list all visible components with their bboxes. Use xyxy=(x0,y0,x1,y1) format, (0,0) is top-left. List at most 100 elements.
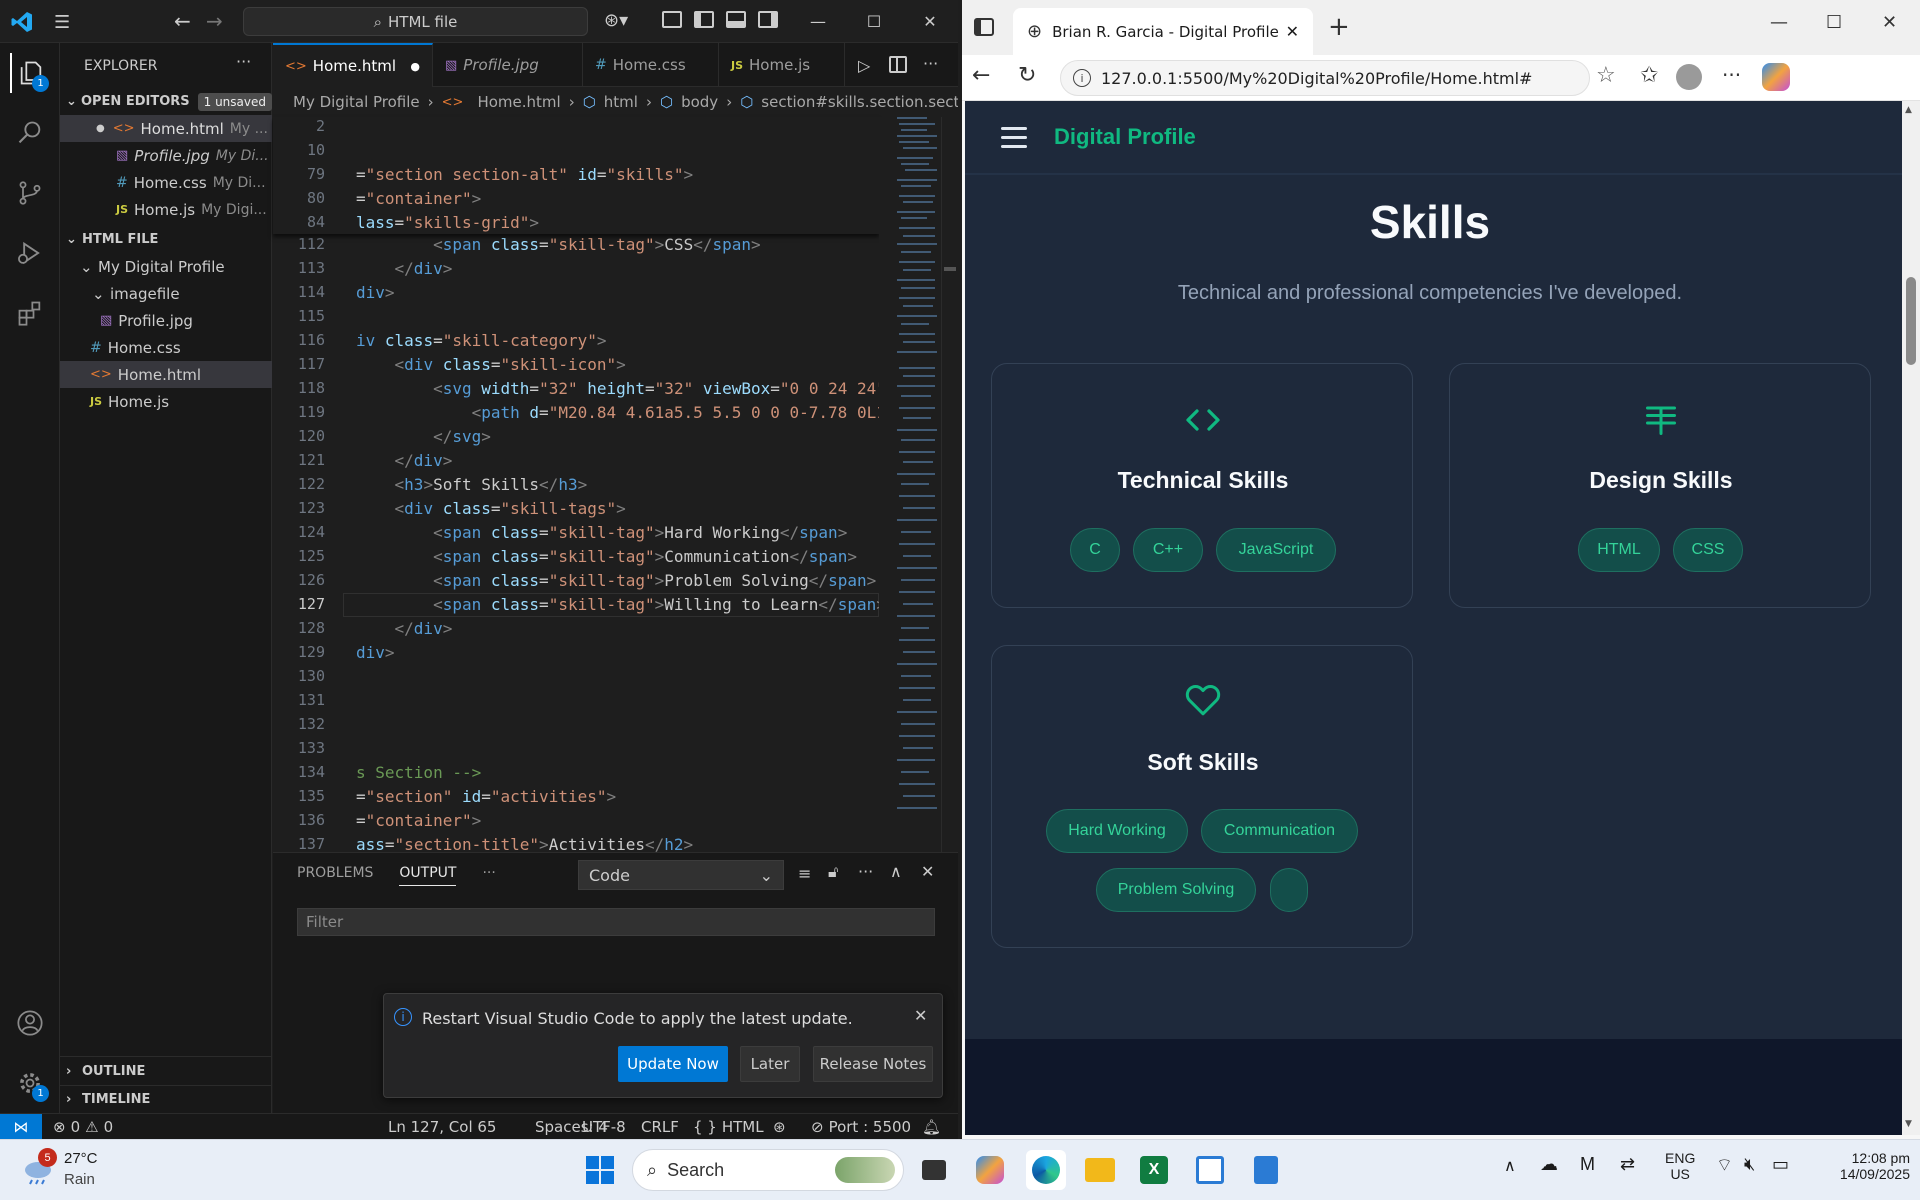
taskbar-search[interactable]: ⌕ Search xyxy=(632,1149,904,1191)
page-scrollbar[interactable]: ▲ ▼ xyxy=(1902,101,1920,1135)
toggle-primary-sidebar-icon[interactable] xyxy=(662,11,682,28)
tab-home-html[interactable]: <> Home.html ● xyxy=(273,43,433,87)
scroll-thumb[interactable] xyxy=(1906,277,1916,365)
update-now-button[interactable]: Update Now xyxy=(618,1046,728,1082)
toggle-auxiliary-bar-icon[interactable] xyxy=(758,11,778,28)
lock-icon[interactable]: 🔓︎ xyxy=(828,862,838,882)
maximize-panel-icon[interactable]: ∧ xyxy=(890,862,902,881)
refresh-icon[interactable]: ↻ xyxy=(1018,63,1036,88)
run-debug-icon[interactable] xyxy=(10,233,50,273)
release-notes-button[interactable]: Release Notes xyxy=(813,1046,933,1082)
split-editor-icon[interactable] xyxy=(889,56,907,73)
tab-profile-jpg[interactable]: ▧ Profile.jpg xyxy=(433,43,583,87)
site-brand[interactable]: Digital Profile xyxy=(1054,124,1196,150)
toggle-secondary-sidebar-icon[interactable] xyxy=(694,11,714,28)
maximize-button[interactable]: ☐ xyxy=(846,0,902,43)
copilot-icon[interactable] xyxy=(1762,63,1790,91)
file-item[interactable]: # Home.css xyxy=(60,334,272,361)
open-editors-header[interactable]: ⌄ OPEN EDITORS 1 unsaved xyxy=(60,88,272,115)
file-explorer-icon[interactable] xyxy=(1080,1150,1120,1190)
folder-item[interactable]: ⌄ My Digital Profile xyxy=(60,253,272,280)
chevron-up-icon[interactable]: ∧ xyxy=(1504,1156,1516,1176)
open-editor-item[interactable]: # Home.css My Di... xyxy=(60,169,272,196)
minimap[interactable] xyxy=(879,117,941,852)
open-editor-item[interactable]: ▧ Profile.jpg My Di... xyxy=(60,142,272,169)
favorite-star-icon[interactable]: ☆ xyxy=(1596,63,1616,88)
new-tab-icon[interactable]: + xyxy=(1328,12,1350,42)
info-icon[interactable]: i xyxy=(1073,69,1091,87)
breadcrumb-item[interactable]: Home.html xyxy=(477,93,560,111)
app-tray-icon[interactable]: M xyxy=(1580,1154,1595,1175)
output-channel-select[interactable]: Code ⌄ xyxy=(578,860,784,890)
language-mode[interactable]: { } HTML xyxy=(693,1114,764,1140)
accounts-icon[interactable] xyxy=(10,1003,50,1043)
extensions-icon[interactable] xyxy=(10,293,50,333)
weather-widget[interactable]: 5 xyxy=(22,1148,57,1186)
end-of-line[interactable]: CRLF xyxy=(641,1114,679,1140)
notepad-icon[interactable] xyxy=(1246,1150,1286,1190)
workspace-header[interactable]: ⌄ HTML FILE xyxy=(60,226,272,253)
problems-status[interactable]: ⊗ 0 ⚠ 0 xyxy=(53,1114,113,1140)
back-arrow-icon[interactable]: ← xyxy=(972,63,990,88)
folder-item[interactable]: ⌄ imagefile xyxy=(60,280,272,307)
remote-icon[interactable]: ⋈ xyxy=(0,1114,42,1140)
breadcrumb-item[interactable]: section#skills.section.section-a xyxy=(761,93,958,111)
start-windows-icon[interactable] xyxy=(580,1150,620,1190)
maximize-button[interactable]: ☐ xyxy=(1826,12,1842,33)
tab-actions-icon[interactable] xyxy=(974,18,994,36)
copilot-icon[interactable]: ⊛▾ xyxy=(604,10,628,31)
manage-gear-icon[interactable]: 1 xyxy=(10,1063,50,1103)
vscode-app-icon[interactable] xyxy=(1190,1150,1230,1190)
clock[interactable]: 12:08 pm 14/09/2025 xyxy=(1800,1150,1910,1182)
close-panel-icon[interactable]: ✕ xyxy=(921,862,934,881)
copilot-status-icon[interactable]: ⊛ xyxy=(773,1114,786,1140)
editor-scrollbar[interactable] xyxy=(941,117,958,852)
notifications-bell-icon[interactable]: 🔔︎ xyxy=(922,1114,941,1140)
tab-problems[interactable]: PROBLEMS xyxy=(297,865,373,886)
encoding[interactable]: UTF-8 xyxy=(582,1114,626,1140)
more-actions-icon[interactable]: ··· xyxy=(482,865,495,886)
close-button[interactable]: ✕ xyxy=(1882,12,1897,33)
volume-muted-icon[interactable]: 🔇︎ xyxy=(1744,1154,1755,1175)
minimize-button[interactable]: — xyxy=(790,0,846,43)
hamburger-menu-icon[interactable] xyxy=(1001,127,1027,148)
toggle-panel-icon[interactable] xyxy=(726,11,746,28)
close-button[interactable]: ✕ xyxy=(902,0,958,43)
search-view-icon[interactable] xyxy=(10,113,50,153)
menu-icon[interactable]: ☰ xyxy=(54,12,70,33)
file-item[interactable]: JS Home.js xyxy=(60,388,272,415)
copilot-app-icon[interactable] xyxy=(970,1150,1010,1190)
address-bar[interactable]: i 127.0.0.1:5500/My%20Digital%20Profile/… xyxy=(1060,60,1590,96)
cursor-position[interactable]: Ln 127, Col 65 xyxy=(388,1114,496,1140)
timeline-header[interactable]: › TIMELINE xyxy=(60,1086,272,1113)
edge-app-icon[interactable] xyxy=(1026,1150,1066,1190)
back-arrow-icon[interactable]: ← xyxy=(174,9,191,33)
minimize-button[interactable]: — xyxy=(1770,12,1788,33)
tab-home-js[interactable]: JS Home.js xyxy=(719,43,845,87)
breadcrumb-item[interactable]: My Digital Profile xyxy=(293,93,420,111)
close-tab-icon[interactable]: ✕ xyxy=(1286,22,1299,41)
open-editor-item[interactable]: JS Home.js My Digi... xyxy=(60,196,272,223)
excel-icon[interactable]: X xyxy=(1134,1150,1174,1190)
profile-avatar[interactable] xyxy=(1676,64,1702,90)
filter-input[interactable]: Filter xyxy=(297,908,935,936)
task-view-icon[interactable] xyxy=(914,1150,954,1190)
onedrive-icon[interactable]: ☁ xyxy=(1540,1154,1558,1175)
wifi-icon[interactable]: ⌔ xyxy=(1716,1154,1733,1177)
favorites-icon[interactable]: ✩ xyxy=(1640,63,1658,88)
battery-icon[interactable]: ▭ xyxy=(1772,1154,1789,1175)
scroll-up-icon[interactable]: ▲ xyxy=(1905,105,1912,115)
settings-more-icon[interactable]: ··· xyxy=(1722,63,1741,87)
browser-tab[interactable]: ⊕ Brian R. Garcia - Digital Profile ✕ xyxy=(1013,8,1313,55)
forward-arrow-icon[interactable]: → xyxy=(206,9,223,33)
language-indicator[interactable]: ENG US xyxy=(1665,1150,1695,1182)
later-button[interactable]: Later xyxy=(740,1046,800,1082)
sticky-scroll[interactable]: 2 10 79 80 84 ="section section-alt" id=… xyxy=(273,117,879,234)
more-actions-icon[interactable]: ··· xyxy=(923,54,938,73)
source-control-icon[interactable] xyxy=(10,173,50,213)
explorer-icon[interactable]: 1 xyxy=(10,53,50,93)
breadcrumb-item[interactable]: body xyxy=(681,93,718,111)
live-server-port[interactable]: ⊘ Port : 5500 xyxy=(811,1114,911,1140)
command-center-search[interactable]: ⌕ HTML file xyxy=(243,7,588,36)
unsaved-dot-icon[interactable]: ● xyxy=(410,60,420,73)
